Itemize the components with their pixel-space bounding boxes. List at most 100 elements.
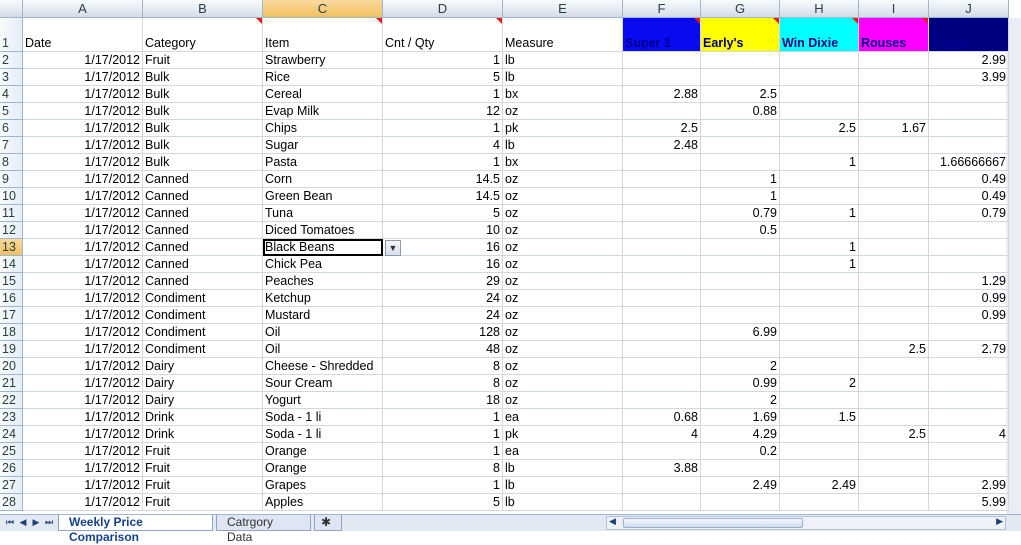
cell-a6[interactable]: 1/17/2012 <box>23 120 143 137</box>
cell-a21[interactable]: 1/17/2012 <box>23 375 143 392</box>
cell-b21[interactable]: Dairy <box>143 375 263 392</box>
header-cell-g[interactable]: Early's <box>701 18 780 52</box>
cell-e25[interactable]: ea <box>503 443 623 460</box>
cell-a18[interactable]: 1/17/2012 <box>23 324 143 341</box>
cell-f9[interactable] <box>623 171 701 188</box>
cell-g8[interactable] <box>701 154 780 171</box>
cell-b15[interactable]: Canned <box>143 273 263 290</box>
column-header-f[interactable]: F <box>623 0 701 18</box>
cell-i21[interactable] <box>859 375 929 392</box>
cell-d23[interactable]: 1 <box>383 409 503 426</box>
cell-j17[interactable]: 0.99 <box>929 307 1009 324</box>
cell-a14[interactable]: 1/17/2012 <box>23 256 143 273</box>
cell-b5[interactable]: Bulk <box>143 103 263 120</box>
column-header-g[interactable]: G <box>701 0 780 18</box>
cell-c23[interactable]: Soda - 1 li <box>263 409 383 426</box>
row-header-7[interactable]: 7 <box>0 137 23 154</box>
cell-i26[interactable] <box>859 460 929 477</box>
cell-h10[interactable] <box>780 188 859 205</box>
cell-c27[interactable]: Grapes <box>263 477 383 494</box>
cell-h24[interactable] <box>780 426 859 443</box>
cell-b16[interactable]: Condiment <box>143 290 263 307</box>
cell-c24[interactable]: Soda - 1 li <box>263 426 383 443</box>
cell-d26[interactable]: 8 <box>383 460 503 477</box>
last-sheet-icon[interactable]: ⏭ <box>43 516 55 529</box>
cell-b14[interactable]: Canned <box>143 256 263 273</box>
row-header-28[interactable]: 28 <box>0 494 23 511</box>
row-header-6[interactable]: 6 <box>0 120 23 137</box>
cell-b13[interactable]: Canned <box>143 239 263 256</box>
cell-f5[interactable] <box>623 103 701 120</box>
cell-a11[interactable]: 1/17/2012 <box>23 205 143 222</box>
row-header-18[interactable]: 18 <box>0 324 23 341</box>
cell-e15[interactable]: oz <box>503 273 623 290</box>
cell-b6[interactable]: Bulk <box>143 120 263 137</box>
cell-b9[interactable]: Canned <box>143 171 263 188</box>
cell-e14[interactable]: oz <box>503 256 623 273</box>
row-header-26[interactable]: 26 <box>0 460 23 477</box>
cell-a10[interactable]: 1/17/2012 <box>23 188 143 205</box>
cell-c19[interactable]: Oil <box>263 341 383 358</box>
column-header-a[interactable]: A <box>23 0 143 18</box>
next-sheet-icon[interactable]: ▶ <box>30 516 42 529</box>
cell-g25[interactable]: 0.2 <box>701 443 780 460</box>
cell-i5[interactable] <box>859 103 929 120</box>
cell-e11[interactable]: oz <box>503 205 623 222</box>
cell-b28[interactable]: Fruit <box>143 494 263 511</box>
cell-i11[interactable] <box>859 205 929 222</box>
cell-j24[interactable]: 4 <box>929 426 1009 443</box>
cell-a15[interactable]: 1/17/2012 <box>23 273 143 290</box>
cell-f11[interactable] <box>623 205 701 222</box>
cell-e21[interactable]: oz <box>503 375 623 392</box>
cell-f12[interactable] <box>623 222 701 239</box>
column-header-d[interactable]: D <box>383 0 503 18</box>
cell-e8[interactable]: bx <box>503 154 623 171</box>
cell-a7[interactable]: 1/17/2012 <box>23 137 143 154</box>
cell-g12[interactable]: 0.5 <box>701 222 780 239</box>
cell-h8[interactable]: 1 <box>780 154 859 171</box>
scroll-right-icon[interactable]: ▶ <box>996 516 1003 527</box>
cell-f23[interactable]: 0.68 <box>623 409 701 426</box>
cell-i7[interactable] <box>859 137 929 154</box>
cell-b26[interactable]: Fruit <box>143 460 263 477</box>
cell-d6[interactable]: 1 <box>383 120 503 137</box>
cell-h26[interactable] <box>780 460 859 477</box>
row-header-22[interactable]: 22 <box>0 392 23 409</box>
cell-g16[interactable] <box>701 290 780 307</box>
scrollbar-thumb[interactable] <box>623 518 803 528</box>
cell-g3[interactable] <box>701 69 780 86</box>
cell-b4[interactable]: Bulk <box>143 86 263 103</box>
cell-a22[interactable]: 1/17/2012 <box>23 392 143 409</box>
cell-c21[interactable]: Sour Cream <box>263 375 383 392</box>
cell-j15[interactable]: 1.29 <box>929 273 1009 290</box>
cell-g21[interactable]: 0.99 <box>701 375 780 392</box>
cell-j2[interactable]: 2.99 <box>929 52 1009 69</box>
header-cell-h[interactable]: Win Dixie <box>780 18 859 52</box>
cell-h14[interactable]: 1 <box>780 256 859 273</box>
header-cell-f[interactable]: Super 1 <box>623 18 701 52</box>
cell-j18[interactable] <box>929 324 1009 341</box>
cell-d12[interactable]: 10 <box>383 222 503 239</box>
cell-c9[interactable]: Corn <box>263 171 383 188</box>
cell-c16[interactable]: Ketchup <box>263 290 383 307</box>
cell-i23[interactable] <box>859 409 929 426</box>
cell-e22[interactable]: oz <box>503 392 623 409</box>
cell-e3[interactable]: lb <box>503 69 623 86</box>
cell-e27[interactable]: lb <box>503 477 623 494</box>
cell-i18[interactable] <box>859 324 929 341</box>
cell-a24[interactable]: 1/17/2012 <box>23 426 143 443</box>
column-header-e[interactable]: E <box>503 0 623 18</box>
cell-e12[interactable]: oz <box>503 222 623 239</box>
cell-f22[interactable] <box>623 392 701 409</box>
cell-c3[interactable]: Rice <box>263 69 383 86</box>
insert-sheet-icon[interactable]: ✱ <box>314 515 342 531</box>
cell-f10[interactable] <box>623 188 701 205</box>
cell-a12[interactable]: 1/17/2012 <box>23 222 143 239</box>
cell-i2[interactable] <box>859 52 929 69</box>
cell-h6[interactable]: 2.5 <box>780 120 859 137</box>
cell-e13[interactable]: oz <box>503 239 623 256</box>
cell-c12[interactable]: Diced Tomatoes <box>263 222 383 239</box>
cell-b3[interactable]: Bulk <box>143 69 263 86</box>
cell-h22[interactable] <box>780 392 859 409</box>
cell-f17[interactable] <box>623 307 701 324</box>
